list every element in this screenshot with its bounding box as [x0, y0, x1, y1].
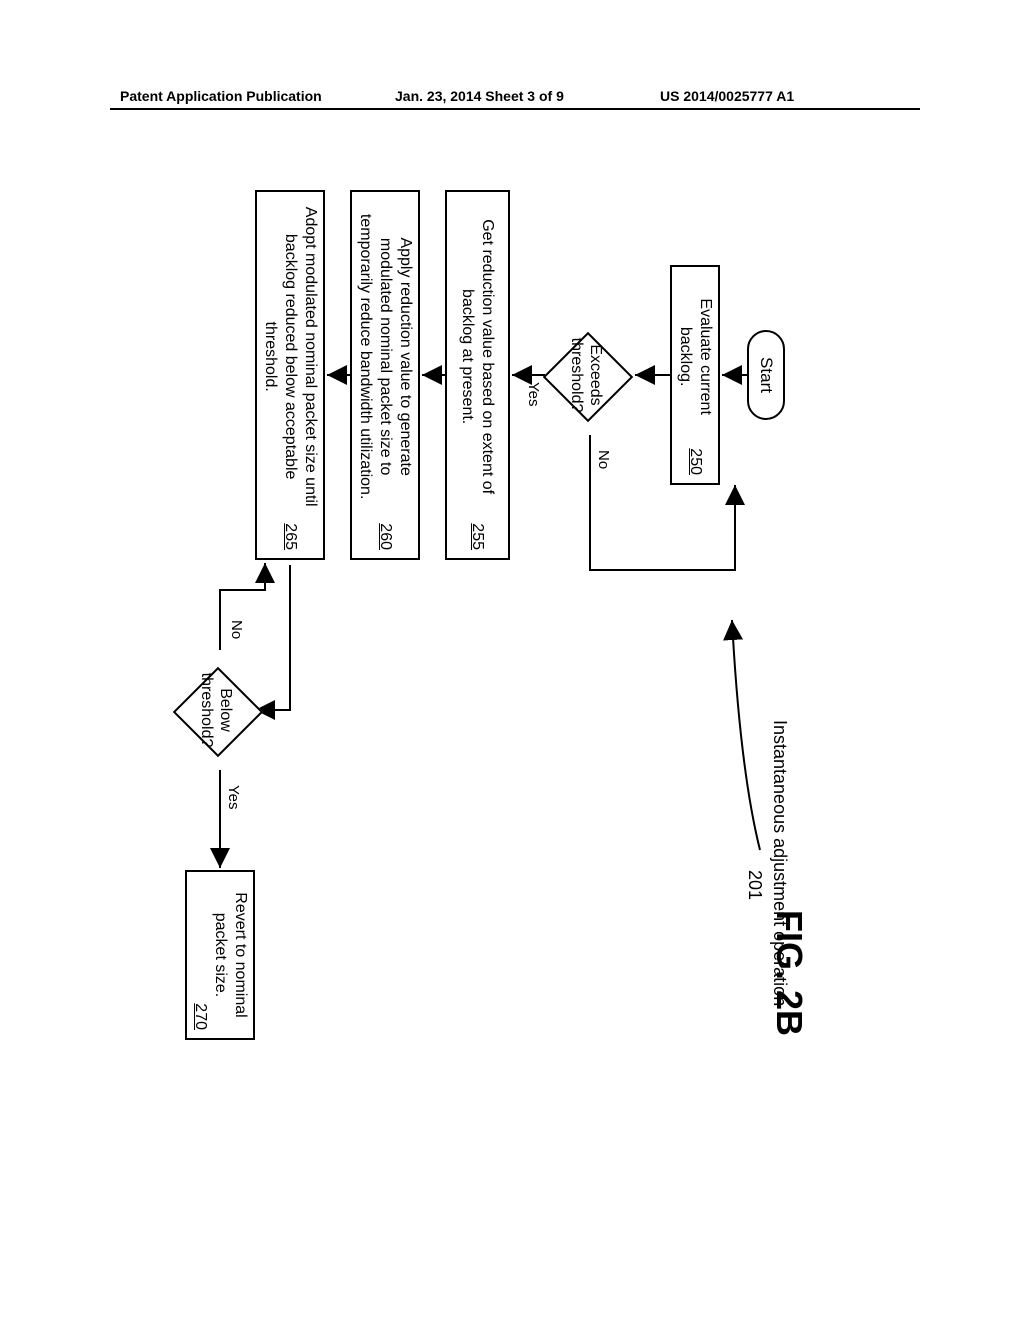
- box-260-text: Apply reduction value to generate modula…: [355, 200, 415, 513]
- box-255-text: Get reduction value based on extent of b…: [458, 200, 498, 513]
- figure-subtitle-ref: 201: [744, 870, 765, 900]
- box-270: Revert to nominal packet size. 270: [185, 870, 255, 1040]
- box-260-ref: 260: [375, 523, 395, 550]
- decision-exceeds-no: No: [595, 450, 612, 469]
- header-left: Patent Application Publication: [120, 88, 322, 104]
- start-text: Start: [756, 357, 776, 393]
- box-270-ref: 270: [190, 1003, 210, 1030]
- figure-subtitle-text: Instantaneous adjustment operation: [770, 720, 790, 1006]
- figure-subtitle: Instantaneous adjustment operation: [769, 720, 790, 1006]
- box-265-text: Adopt modulated nominal packet size unti…: [260, 200, 320, 513]
- header-rule: [110, 108, 920, 110]
- start-node: Start: [747, 330, 785, 420]
- box-250: Evaluate current backlog. 250: [670, 265, 720, 485]
- box-260: Apply reduction value to generate modula…: [350, 190, 420, 560]
- box-255-ref: 255: [468, 523, 488, 550]
- decision-below-yes: Yes: [225, 785, 242, 809]
- box-250-ref: 250: [685, 448, 705, 475]
- decision-exceeds-text: Exceeds threshold?: [567, 325, 605, 425]
- box-265: Adopt modulated nominal packet size unti…: [255, 190, 325, 560]
- box-270-text: Revert to nominal packet size.: [210, 880, 250, 1030]
- header-right: US 2014/0025777 A1: [660, 88, 794, 104]
- decision-below-text: Below threshold?: [197, 660, 235, 760]
- box-250-text: Evaluate current backlog.: [675, 275, 715, 438]
- box-255: Get reduction value based on extent of b…: [445, 190, 510, 560]
- flowchart: FIG. 2B Instantaneous adjustment operati…: [190, 150, 810, 1130]
- decision-exceeds-yes: Yes: [525, 382, 542, 406]
- header-center: Jan. 23, 2014 Sheet 3 of 9: [395, 88, 564, 104]
- box-265-ref: 265: [280, 523, 300, 550]
- decision-below-no: No: [228, 620, 245, 639]
